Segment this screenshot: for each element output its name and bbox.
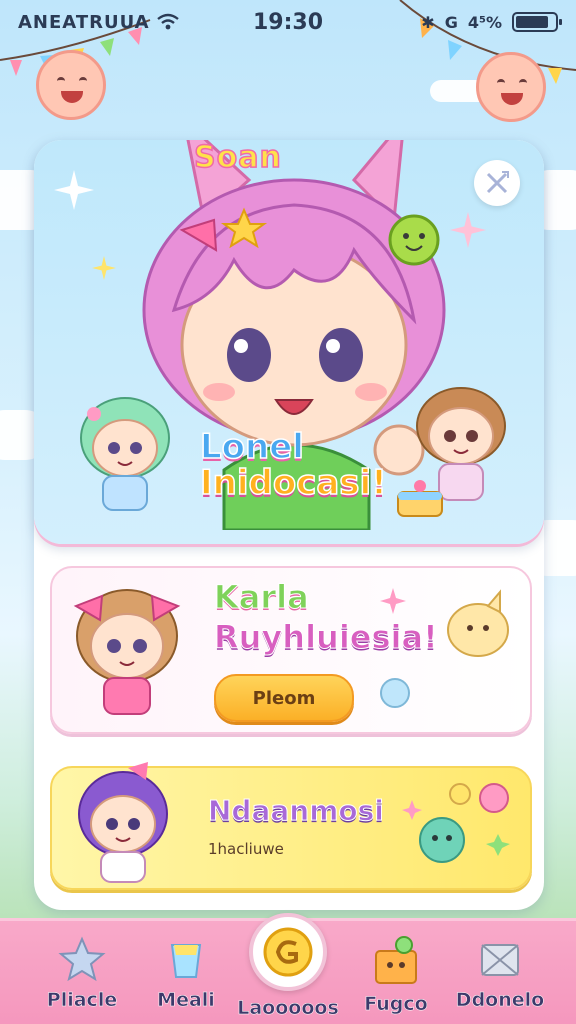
secondary-subtitle: 1hacliuwe [208, 840, 284, 858]
center-tab-disc [249, 913, 327, 991]
battery-icon [512, 12, 562, 32]
tab-label: Fugco [364, 993, 428, 1016]
feature-title-line1: Karla [214, 578, 310, 617]
tab-label: Meali [157, 989, 215, 1012]
tab-label: Pliacle [46, 989, 118, 1012]
feature-title-line2: Ruyhluiesia! [214, 618, 439, 657]
wifi-icon [156, 13, 179, 30]
hero-card[interactable]: Soan Lonel Inidocasi! [34, 140, 544, 544]
gift-box-icon [375, 936, 417, 984]
envelope-icon [481, 944, 519, 976]
cup-icon [170, 944, 202, 978]
sparkle-icon [54, 170, 94, 210]
carrier-group: ANEATRUUA [18, 12, 180, 33]
status-right: ✱ G 4⁵% [421, 12, 562, 32]
hero-caption-line2: Inidocasi! [199, 462, 387, 503]
carrier-label: ANEATRUUA [18, 11, 150, 33]
coin-icon [263, 927, 313, 977]
hero-caption: Lonel Inidocasi! [199, 427, 387, 503]
bluetooth-icon: ✱ [421, 12, 435, 32]
secondary-title: Ndaanmosi [208, 794, 385, 828]
hero-title: Soan [193, 140, 282, 176]
smiley-sun-left [36, 50, 106, 120]
battery-fill [516, 16, 549, 28]
tab-label: Laooooos [237, 997, 339, 1020]
star-icon [58, 936, 106, 982]
status-bar: ANEATRUUA 19:30 ✱ G 4⁵% [0, 0, 576, 44]
tab-label: Ddonelo [455, 989, 545, 1012]
sparkle-icon [92, 256, 116, 280]
tab-1[interactable]: Meali [136, 935, 236, 1024]
feature-card[interactable]: Karla Ruyhluiesia! Pleom [50, 566, 532, 734]
bubble-icon [380, 678, 410, 708]
bottom-tab-bar: Pliacle Meali Laooooos Fugco Ddonelo [0, 913, 576, 1024]
purple-hair-character [78, 762, 168, 883]
sync-icon: G [444, 12, 458, 32]
tab-3[interactable]: Fugco [346, 935, 446, 1024]
sparkle-close-icon [486, 171, 509, 194]
tab-4[interactable]: Ddonelo [450, 935, 550, 1024]
blob-friends-icon [402, 783, 510, 863]
tab-2[interactable]: Laooooos [237, 913, 339, 1024]
cake-icon [397, 480, 443, 517]
green-hair-character [80, 397, 170, 511]
sparkle-icon [450, 212, 486, 248]
battery-percent: 4⁵% [467, 12, 502, 32]
tab-0[interactable]: Pliacle [32, 935, 132, 1024]
secondary-card[interactable]: Ndaanmosi 1hacliuwe [50, 762, 532, 890]
hero-caption-line1: Lonel [199, 427, 304, 467]
ghost-cat-icon [447, 589, 509, 657]
smiley-sun-right [476, 52, 546, 122]
bow-girl-character [73, 589, 181, 715]
app-screen: ANEATRUUA 19:30 ✱ G 4⁵% Soan Lonel Inido… [0, 0, 576, 1024]
clock: 19:30 [252, 9, 324, 35]
close-button[interactable] [474, 160, 520, 206]
feature-action-button[interactable]: Pleom [214, 674, 354, 722]
flower-icon [380, 588, 406, 614]
